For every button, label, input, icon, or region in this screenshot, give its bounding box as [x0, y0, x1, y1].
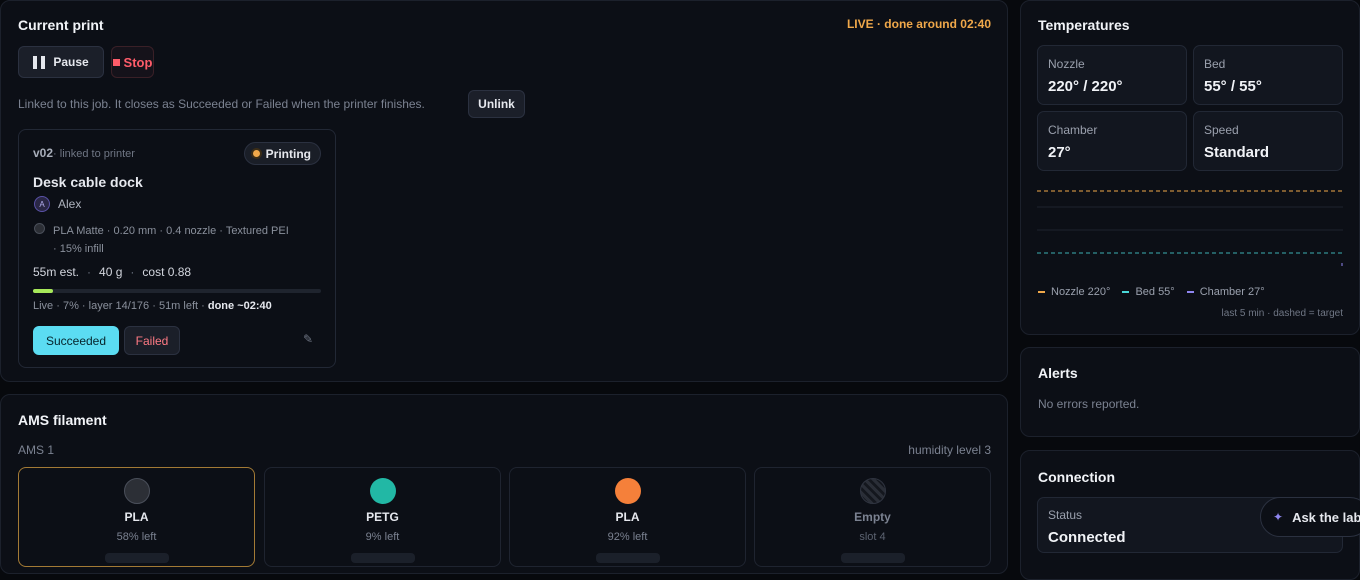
- tile-value: Connected: [1048, 529, 1126, 546]
- job-version: v02: [33, 146, 54, 160]
- edit-icon[interactable]: ✎: [303, 332, 313, 346]
- speed-tile: Speed Standard: [1193, 111, 1343, 171]
- legend-label: Chamber 27°: [1199, 286, 1265, 298]
- alerts-panel: Alerts No errors reported.: [1020, 347, 1360, 437]
- job-live-line: Live · 7% · layer 14/176 · 51m left · do…: [33, 300, 272, 312]
- bed-tile: Bed 55° / 55°: [1193, 45, 1343, 105]
- legend-label: Nozzle 220°: [1051, 286, 1111, 298]
- empty-slot-icon: [860, 478, 886, 504]
- legend-chamber: Chamber 27°: [1186, 286, 1265, 298]
- tile-label: Speed: [1204, 123, 1239, 137]
- status-dot-icon: [252, 150, 260, 157]
- tile-value: 27°: [1048, 144, 1071, 161]
- ams-panel: AMS filament AMS 1 humidity level 3 PLA …: [0, 394, 1008, 574]
- connection-title: Connection: [1038, 469, 1115, 485]
- job-stats: 55m est. · 40 g · cost 0.88: [33, 265, 192, 279]
- slot-sub: 92% left: [607, 531, 648, 543]
- tile-value: Standard: [1204, 144, 1270, 161]
- job-settings-line2: · 15% infill: [53, 243, 104, 255]
- stop-icon: [112, 58, 120, 66]
- ams-unit: AMS 1: [18, 443, 55, 457]
- pause-label: Pause: [53, 55, 89, 69]
- legend-nozzle: Nozzle 220°: [1038, 286, 1110, 298]
- sparkle-icon: ✦: [1273, 510, 1284, 524]
- slot-level-bar: [596, 553, 660, 563]
- alerts-title: Alerts: [1038, 365, 1078, 381]
- job-settings: PLA Matte · 0.20 mm · 0.4 nozzle · Textu…: [53, 222, 289, 258]
- slot-sub: 58% left: [116, 531, 157, 543]
- tile-label: Bed: [1204, 57, 1226, 71]
- job-card: v02· linked to printer Printing Desk cab…: [18, 129, 336, 368]
- linked-note: Linked to this job. It closes as Succeed…: [18, 97, 425, 111]
- stop-button[interactable]: Stop: [111, 46, 154, 78]
- legend-swatch: [1038, 291, 1045, 294]
- temperature-sparkline: [1037, 190, 1343, 266]
- job-weight: 40 g: [99, 265, 123, 279]
- job-progress-fill: [33, 289, 54, 293]
- job-done-text: done ~02:40: [207, 300, 272, 312]
- temperatures-title: Temperatures: [1038, 17, 1130, 33]
- current-print-title: Current print: [18, 17, 104, 33]
- current-print-panel: Current print LIVE · done around 02:40 P…: [0, 0, 1008, 382]
- ams-slot-1[interactable]: PLA 58% left: [18, 467, 255, 567]
- ask-assistant-button[interactable]: ✦ Ask the lab: [1260, 497, 1360, 537]
- chamber-tile: Chamber 27°: [1037, 111, 1187, 171]
- job-cost: cost 0.88: [142, 265, 192, 279]
- legend-label: Bed 55°: [1135, 286, 1175, 298]
- ams-humidity: humidity level 3: [908, 443, 991, 457]
- slot-level-bar: [841, 553, 905, 563]
- pause-button[interactable]: Pause: [18, 46, 104, 78]
- filament-dot: [124, 478, 150, 504]
- job-status: Printing: [265, 146, 311, 161]
- filament-color-icon: [34, 223, 45, 234]
- slot-sub: slot 4: [859, 531, 886, 543]
- slot-level-bar: [105, 553, 169, 563]
- nozzle-tile: Nozzle 220° / 220°: [1037, 45, 1187, 105]
- legend-bed: Bed 55°: [1122, 286, 1175, 298]
- legend-swatch: [1186, 291, 1194, 294]
- unlink-button[interactable]: Unlink: [468, 90, 525, 118]
- tile-label: Status: [1048, 508, 1083, 522]
- failed-button[interactable]: Failed: [124, 326, 180, 355]
- slot-sub: 9% left: [365, 531, 400, 543]
- job-name: Desk cable dock: [33, 174, 143, 190]
- job-est: 55m est.: [33, 265, 80, 279]
- tile-label: Chamber: [1048, 123, 1098, 137]
- ams-title: AMS filament: [18, 412, 107, 428]
- tile-value: 220° / 220°: [1048, 78, 1123, 95]
- temperature-legend: Nozzle 220° Bed 55° Chamber 27°: [1038, 286, 1265, 298]
- pause-icon: [33, 55, 46, 69]
- ask-assistant-label: Ask the lab: [1292, 509, 1360, 525]
- slot-name: PLA: [615, 510, 640, 524]
- ams-slot-2[interactable]: PETG 9% left: [264, 467, 501, 567]
- slot-name: Empty: [854, 510, 891, 524]
- tile-value: 55° / 55°: [1204, 78, 1262, 95]
- legend-swatch: [1122, 291, 1130, 294]
- temperature-footnote: last 5 min · dashed = target: [1221, 308, 1343, 319]
- slot-level-bar: [351, 553, 415, 563]
- slot-name: PLA: [124, 510, 149, 524]
- job-owner: Alex: [58, 197, 82, 211]
- avatar-letter: A: [39, 199, 45, 209]
- job-linked-text: · linked to printer: [53, 148, 135, 160]
- job-version-line: v02· linked to printer: [33, 146, 135, 160]
- ams-slot-3[interactable]: PLA 92% left: [509, 467, 746, 567]
- filament-dot: [370, 478, 396, 504]
- temperatures-panel: Temperatures Nozzle 220° / 220° Bed 55° …: [1020, 0, 1360, 335]
- filament-dot: [615, 478, 641, 504]
- job-live-text: Live · 7% · layer 14/176 · 51m left ·: [33, 300, 208, 312]
- slot-name: PETG: [366, 510, 399, 524]
- job-progress-bar: [33, 289, 321, 293]
- job-settings-line1: PLA Matte · 0.20 mm · 0.4 nozzle · Textu…: [53, 225, 289, 237]
- stop-label: Stop: [123, 54, 153, 70]
- tile-label: Nozzle: [1048, 57, 1085, 71]
- live-status: LIVE · done around 02:40: [846, 17, 991, 31]
- succeeded-button[interactable]: Succeeded: [33, 326, 119, 355]
- avatar: A: [34, 196, 50, 212]
- ams-slot-4[interactable]: Empty slot 4: [754, 467, 991, 567]
- job-status-badge: Printing: [243, 142, 321, 165]
- alerts-text: No errors reported.: [1038, 397, 1140, 411]
